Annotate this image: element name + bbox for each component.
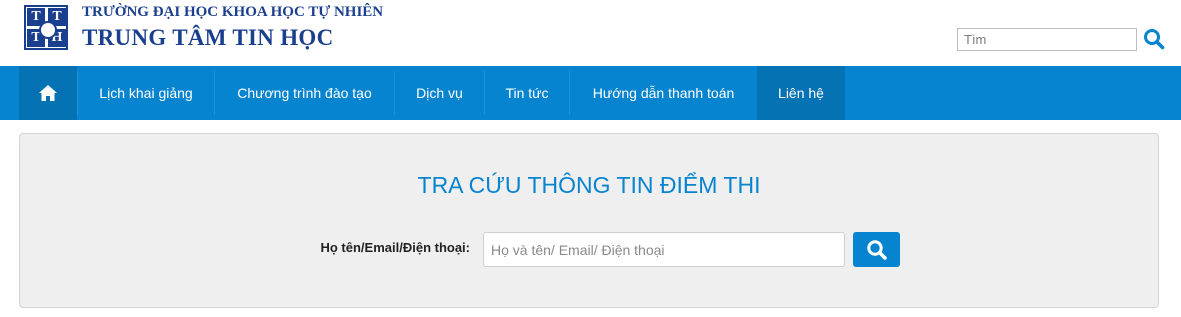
search-icon xyxy=(1144,29,1165,50)
nav-item-tin-tuc[interactable]: Tin tức xyxy=(485,66,569,120)
header-search-button[interactable] xyxy=(1141,26,1167,52)
nav-item-lich-khai-giang[interactable]: Lịch khai giảng xyxy=(78,66,214,120)
nav-item-chuong-trinh-dao-tao[interactable]: Chương trình đào tạo xyxy=(215,66,394,120)
nav-item-huong-dan-thanh-toan[interactable]: Hướng dẫn thanh toán xyxy=(570,66,757,120)
center-name[interactable]: TRUNG TÂM TIN HỌC xyxy=(82,25,334,51)
lookup-search-button[interactable] xyxy=(853,232,900,267)
nav-home[interactable] xyxy=(19,66,77,120)
header-search-input[interactable] xyxy=(957,28,1137,51)
score-lookup-panel: TRA CỨU THÔNG TIN ĐIỂM THI Họ tên/Email/… xyxy=(19,133,1159,308)
nav-item-dich-vu[interactable]: Dịch vụ xyxy=(395,66,484,120)
logo-ring xyxy=(39,21,57,39)
nav-item-lien-he[interactable]: Liên hệ xyxy=(757,66,845,120)
university-name: TRƯỜNG ĐẠI HỌC KHOA HỌC TỰ NHIÊN xyxy=(82,4,384,20)
lookup-input[interactable] xyxy=(483,232,845,267)
lookup-field-label: Họ tên/Email/Điện thoại: xyxy=(320,240,470,255)
main-nav: Lịch khai giảng Chương trình đào tạo Dịc… xyxy=(0,66,1181,120)
site-header: T T T H TRƯỜNG ĐẠI HỌC KHOA HỌC TỰ NHIÊN… xyxy=(0,0,1181,66)
home-icon xyxy=(39,85,57,101)
center-logo[interactable]: T T T H xyxy=(24,5,68,50)
panel-title: TRA CỨU THÔNG TIN ĐIỂM THI xyxy=(417,172,761,198)
search-icon xyxy=(866,239,887,260)
